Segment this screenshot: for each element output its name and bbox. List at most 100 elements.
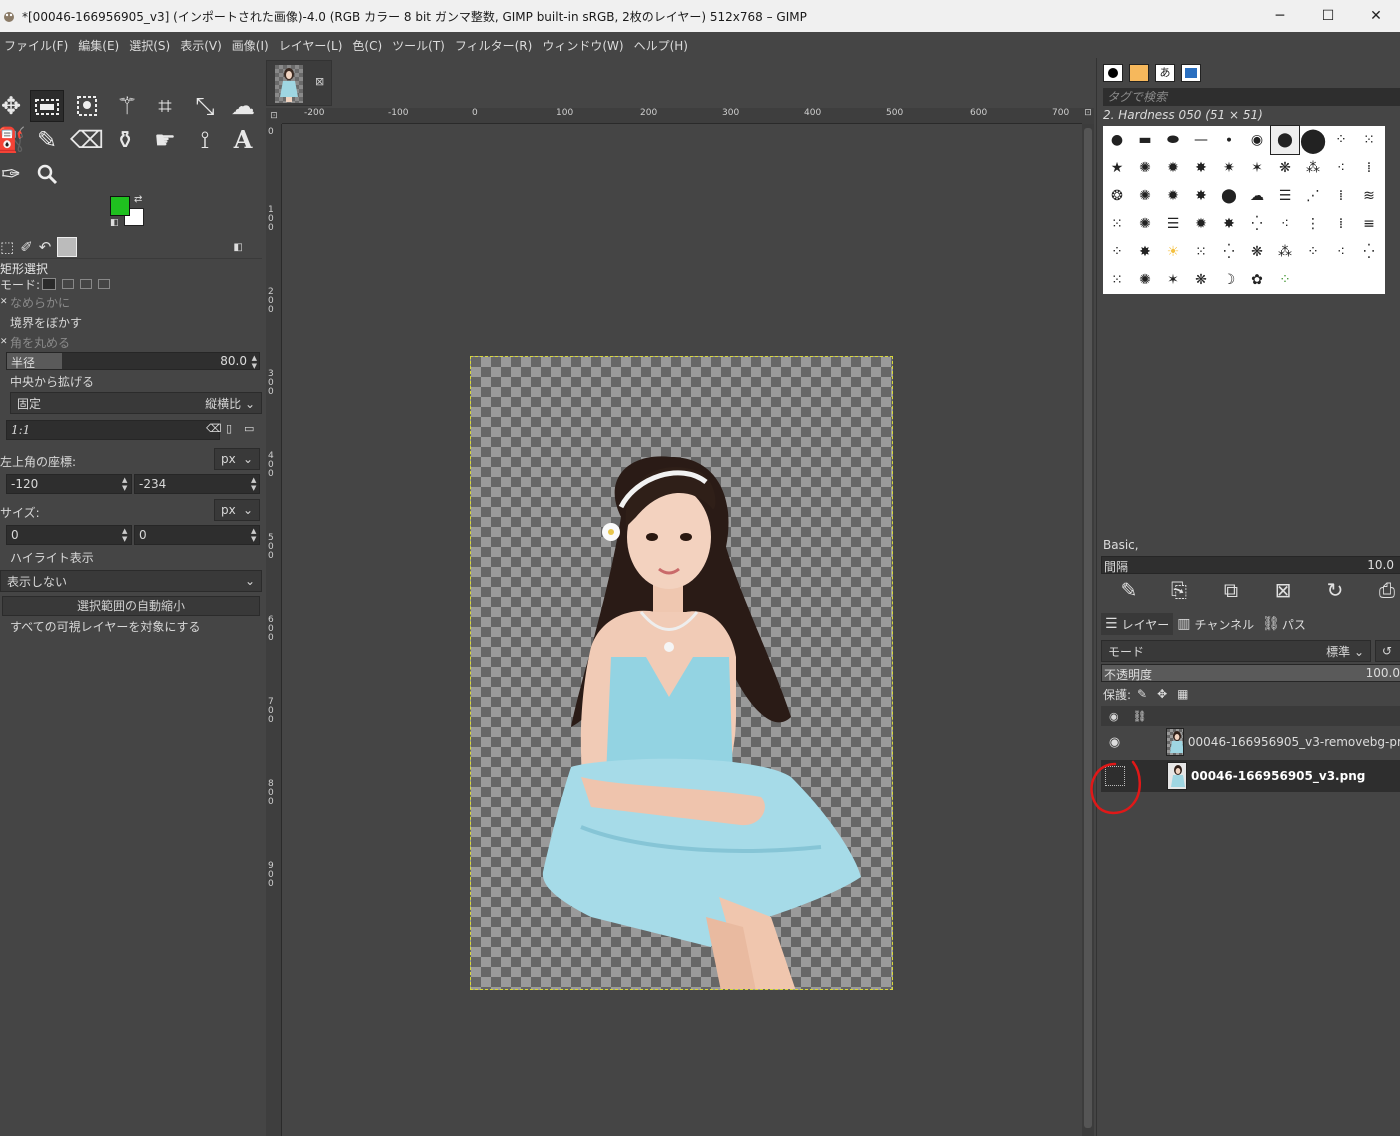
brush-preset-icon[interactable]: ✺: [1131, 182, 1159, 210]
eye-icon[interactable]: ◉: [1105, 731, 1124, 753]
clear-input-icon[interactable]: ⌫: [206, 422, 222, 435]
device-status-tab-icon[interactable]: ✐: [20, 238, 33, 256]
brush-preset-icon[interactable]: ★: [1103, 154, 1131, 182]
brush-preset-icon[interactable]: ✺: [1131, 266, 1159, 294]
feather-option[interactable]: 境界をぼかす: [0, 312, 262, 332]
tab-layers[interactable]: ☰ レイヤー: [1101, 613, 1174, 635]
fonts-tab-icon[interactable]: あ: [1155, 64, 1175, 82]
brush-preset-icon[interactable]: ✹: [1159, 154, 1187, 182]
scrollbar-thumb[interactable]: [1084, 128, 1092, 1128]
brush-preset-icon[interactable]: ❋: [1243, 238, 1271, 266]
undo-history-tab-icon[interactable]: ↶: [39, 238, 52, 256]
dock-menu-icon[interactable]: ◧: [233, 242, 242, 253]
paths-tool-icon[interactable]: ⟟: [188, 124, 222, 156]
menu-tools[interactable]: ツール(T): [388, 37, 451, 54]
brush-preset-icon[interactable]: ⁙: [1103, 210, 1131, 238]
radius-slider[interactable]: 半径 80.0 ▲ ▼: [6, 352, 260, 370]
brush-preset-icon[interactable]: ❋: [1271, 154, 1299, 182]
menu-image[interactable]: 画像(I): [228, 37, 275, 54]
maximize-button[interactable]: ☐: [1304, 8, 1352, 24]
tab-paths[interactable]: ⛓ パス: [1258, 613, 1310, 635]
image-canvas[interactable]: [470, 356, 893, 990]
round-corners-checkbox[interactable]: ✕: [0, 337, 8, 347]
brush-preset-icon[interactable]: ⬤: [1299, 126, 1327, 154]
brush-preset-icon[interactable]: ⁙: [1103, 266, 1131, 294]
brush-preset-icon[interactable]: ⋮: [1299, 210, 1327, 238]
duplicate-brush-icon[interactable]: ⧉: [1213, 578, 1249, 604]
document-history-tab-icon[interactable]: [1181, 64, 1201, 82]
brush-preset-icon[interactable]: ⁖: [1271, 210, 1299, 238]
brush-preset-icon[interactable]: —: [1187, 126, 1215, 154]
expand-center-option[interactable]: 中央から拡げる: [0, 371, 262, 391]
brush-preset-icon[interactable]: ⁖: [1327, 238, 1355, 266]
text-tool-icon[interactable]: A: [226, 124, 260, 156]
size-height-input[interactable]: 0: [134, 525, 260, 545]
size-width-spin-icon[interactable]: ▲ ▼: [122, 527, 127, 543]
brush-preset-icon[interactable]: ✶: [1243, 154, 1271, 182]
brush-preset-icon[interactable]: ⁘: [1299, 238, 1327, 266]
scale-tool-icon[interactable]: ⤡: [188, 90, 222, 122]
brush-preset-icon[interactable]: ∙: [1215, 126, 1243, 154]
menu-edit[interactable]: 編集(E): [74, 37, 125, 54]
brush-preset-icon[interactable]: ⁘: [1271, 266, 1299, 294]
mode-intersect-icon[interactable]: [98, 279, 111, 289]
swap-colors-icon[interactable]: ⇄: [134, 194, 142, 205]
bucket-fill-icon[interactable]: ⛽: [0, 124, 28, 156]
close-tab-icon[interactable]: ⊠: [315, 75, 324, 88]
images-tab-icon[interactable]: [57, 237, 78, 257]
layer-row-selected[interactable]: 00046-166956905_v3.png: [1101, 760, 1400, 792]
brush-preset-icon[interactable]: ◉: [1243, 126, 1271, 154]
brush-preset-icon[interactable]: ❂: [1103, 182, 1131, 210]
brush-preset-icon[interactable]: ⁙: [1187, 238, 1215, 266]
brush-preset-icon[interactable]: ≡: [1355, 210, 1383, 238]
menu-layer[interactable]: レイヤー(L): [275, 37, 349, 54]
crop-tool-icon[interactable]: ⌗: [148, 90, 182, 122]
eraser-icon[interactable]: ⌫: [70, 124, 104, 156]
menu-file[interactable]: ファイル(F): [0, 37, 74, 54]
lock-pixels-icon[interactable]: ✎: [1137, 687, 1147, 701]
delete-brush-icon[interactable]: ⊠: [1265, 578, 1301, 604]
shrink-merged-checkbox[interactable]: [0, 621, 8, 631]
brush-preset-icon[interactable]: ✸: [1187, 182, 1215, 210]
position-y-input[interactable]: -234: [134, 474, 260, 494]
shrink-merged-option[interactable]: すべての可視レイヤーを対象にする: [0, 616, 262, 636]
brush-preset-icon[interactable]: ☰: [1271, 182, 1299, 210]
brush-preset-icon[interactable]: ✹: [1187, 210, 1215, 238]
position-y-spin-icon[interactable]: ▲ ▼: [251, 476, 256, 492]
brush-preset-icon[interactable]: ⬤: [1215, 182, 1243, 210]
highlight-checkbox[interactable]: [0, 552, 8, 562]
landscape-icon[interactable]: ▭: [244, 422, 254, 435]
brush-preset-icon[interactable]: ⁘: [1103, 238, 1131, 266]
brush-preset-icon[interactable]: ⬬: [1159, 126, 1187, 154]
radius-spin-icon[interactable]: ▲ ▼: [252, 354, 257, 370]
color-picker-icon[interactable]: ✑: [0, 158, 28, 190]
reset-colors-icon[interactable]: ◧: [110, 218, 119, 228]
auto-shrink-button[interactable]: 選択範囲の自動縮小: [2, 596, 260, 616]
brushes-tab-icon[interactable]: [1103, 64, 1123, 82]
refresh-brushes-icon[interactable]: ↻: [1317, 578, 1353, 604]
brush-preset-icon[interactable]: ☽: [1215, 266, 1243, 294]
brush-preset-icon[interactable]: ⁞: [1355, 154, 1383, 182]
lock-position-icon[interactable]: ✥: [1157, 687, 1167, 701]
move-tool-icon[interactable]: ✥: [0, 90, 28, 122]
ratio-input[interactable]: 1:1: [6, 420, 220, 440]
expand-center-checkbox[interactable]: [0, 376, 8, 386]
brush-preset-icon[interactable]: ●: [1103, 126, 1131, 154]
vertical-scrollbar[interactable]: [1082, 124, 1094, 1136]
open-brush-as-image-icon[interactable]: ⎙: [1369, 578, 1400, 604]
brush-preset-icon[interactable]: ✺: [1131, 210, 1159, 238]
brush-preset-icon[interactable]: ✶: [1159, 266, 1187, 294]
paintbrush-icon[interactable]: ✎: [30, 124, 64, 156]
brush-preset-icon[interactable]: ⁖: [1327, 154, 1355, 182]
brush-preset-icon[interactable]: ✹: [1159, 182, 1187, 210]
tool-options-tab-icon[interactable]: ⬚: [0, 238, 14, 256]
brush-preset-icon[interactable]: ⁛: [1243, 210, 1271, 238]
horizontal-ruler[interactable]: -200 -100 0 100 200 300 400 500 600 700: [282, 108, 1082, 124]
round-corners-option[interactable]: ✕ 角を丸める: [0, 332, 262, 352]
brush-preset-icon[interactable]: ⁞: [1327, 210, 1355, 238]
brush-preset-icon[interactable]: ☁: [1243, 182, 1271, 210]
image-tab[interactable]: ⊠: [266, 60, 332, 106]
size-width-input[interactable]: 0: [6, 525, 132, 545]
navigate-icon[interactable]: ⊡: [1082, 108, 1094, 124]
brush-preset-icon[interactable]: ⬤: [1270, 125, 1300, 155]
